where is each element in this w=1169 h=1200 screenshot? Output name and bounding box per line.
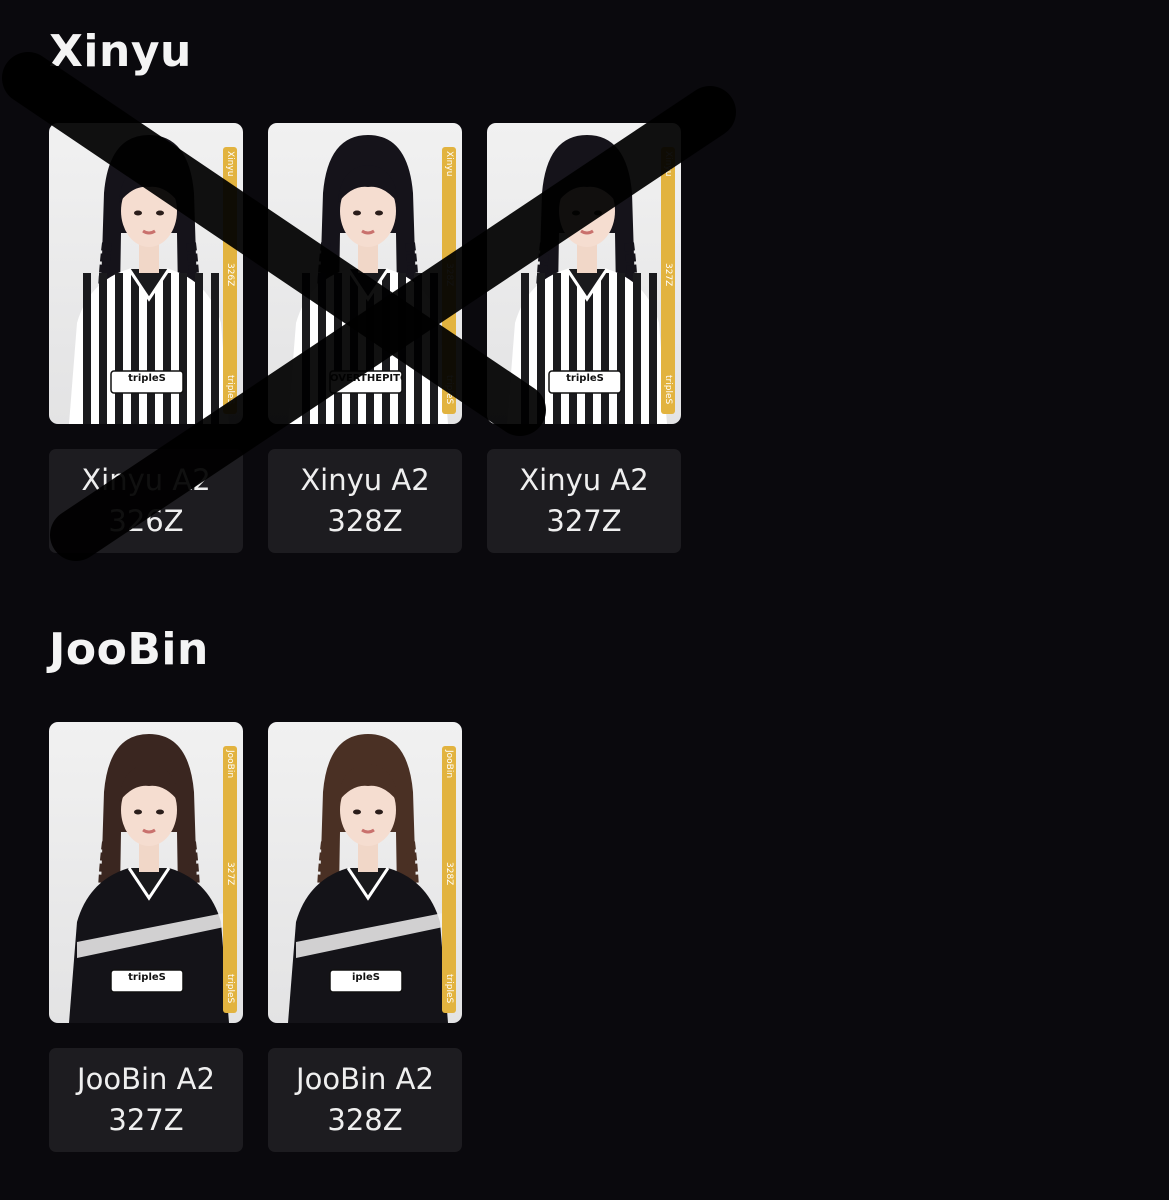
objekt-photo: OVERTHEPITCH Xinyu 328Z tripleS (268, 123, 462, 424)
side-band-member-text: Xinyu (225, 151, 235, 177)
objekt-name: Xinyu A2 (300, 462, 430, 497)
objekt-label: Xinyu A2 326Z (49, 449, 243, 553)
side-band-member-text: JooBin (444, 750, 454, 779)
objekt-name: Xinyu A2 (81, 462, 211, 497)
side-band-serial-text: 327Z (663, 263, 673, 287)
objekt-label: Xinyu A2 328Z (268, 449, 462, 553)
objekt-photo: tripleS Xinyu 326Z tripleS (49, 123, 243, 424)
side-band-serial-text: 326Z (225, 263, 235, 287)
side-band-serial-text: 328Z (444, 862, 454, 886)
objekt-label: Xinyu A2 327Z (487, 449, 681, 553)
side-band-serial-text: 327Z (225, 862, 235, 886)
objekt-serial: 328Z (327, 1103, 403, 1137)
group-title: JooBin (49, 624, 209, 675)
jersey-print-text: tripleS (566, 373, 604, 384)
side-band-brand-text: tripleS (444, 973, 454, 1003)
objekt-serial: 326Z (108, 504, 184, 538)
objekt-serial: 327Z (108, 1103, 184, 1137)
objekt-collection-page: Xinyu tripleS Xinyu 326Z tripleS Xinyu A2 3… (0, 0, 1169, 1200)
group-title: Xinyu (49, 26, 192, 77)
side-band-brand-text: tripleS (225, 374, 235, 404)
side-band-brand-text: tripleS (663, 374, 673, 404)
side-band-member-text: Xinyu (444, 151, 454, 177)
objekt-label: JooBin A2 327Z (49, 1048, 243, 1152)
side-band-serial-text: 328Z (444, 263, 454, 287)
side-band-brand-text: tripleS (444, 374, 454, 404)
jersey-print-text: tripleS (128, 972, 166, 983)
objekt-name: JooBin A2 (296, 1061, 434, 1096)
objekt-serial: 327Z (546, 504, 622, 538)
objekt-card[interactable]: tripleS Xinyu 327Z tripleS Xinyu A2 327Z (487, 123, 681, 553)
objekt-card[interactable]: tripleS JooBin 327Z tripleS JooBin A2 327Z (49, 722, 243, 1152)
jersey-print-text: tripleS (128, 373, 166, 384)
objekt-name: JooBin A2 (77, 1061, 215, 1096)
side-band-member-text: JooBin (225, 750, 235, 779)
objekt-photo: tripleS Xinyu 327Z tripleS (487, 123, 681, 424)
objekt-label: JooBin A2 328Z (268, 1048, 462, 1152)
objekt-serial: 328Z (327, 504, 403, 538)
objekt-name: Xinyu A2 (519, 462, 649, 497)
objekt-card[interactable]: ipleS JooBin 328Z tripleS JooBin A2 328Z (268, 722, 462, 1152)
side-band-brand-text: tripleS (225, 973, 235, 1003)
objekt-card[interactable]: OVERTHEPITCH Xinyu 328Z tripleS Xinyu A2 32… (268, 123, 462, 553)
side-band-member-text: Xinyu (663, 151, 673, 177)
objekt-card[interactable]: tripleS Xinyu 326Z tripleS Xinyu A2 326Z (49, 123, 243, 553)
objekt-photo: tripleS JooBin 327Z tripleS (49, 722, 243, 1023)
jersey-print-text: ipleS (352, 972, 380, 983)
card-row: tripleS JooBin 327Z tripleS JooBin A2 327Z … (49, 722, 462, 1152)
jersey-print-text: OVERTHEPITCH (330, 373, 402, 384)
card-row: tripleS Xinyu 326Z tripleS Xinyu A2 326Z OV… (49, 123, 681, 553)
objekt-photo: ipleS JooBin 328Z tripleS (268, 722, 462, 1023)
